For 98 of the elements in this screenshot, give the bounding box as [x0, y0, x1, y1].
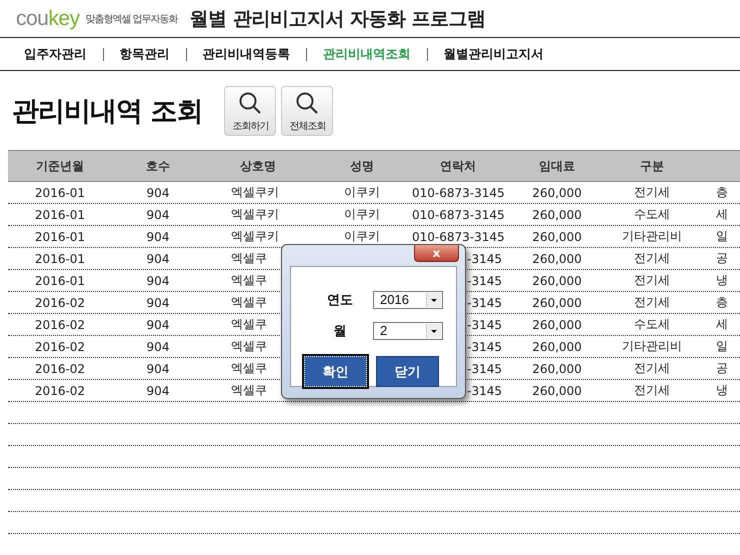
company-cell: 엑셀쿠 — [231, 317, 267, 331]
rent-cell: 260,000 — [532, 208, 582, 222]
category-cell: 기타관리비 — [622, 229, 682, 243]
column-8-cell: 세 — [716, 207, 728, 221]
company-cell: 엑셀쿠 — [231, 295, 267, 309]
company-cell: 엑셀쿠 — [231, 361, 267, 375]
nav-tab[interactable]: 월별관리비고지서 — [444, 46, 544, 62]
rent-cell: 260,000 — [532, 362, 582, 376]
column-8-cell: 공 — [716, 251, 728, 265]
rent-cell: 260,000 — [532, 384, 582, 398]
column-8-cell: 층 — [716, 295, 728, 309]
column-header: 연락처 — [439, 158, 477, 174]
dialog-button[interactable]: 닫기 — [376, 356, 439, 387]
rent-cell: 260,000 — [532, 186, 582, 200]
field-label: 월 — [332, 322, 348, 340]
company-cell: 엑셀쿠키 — [231, 185, 279, 199]
phone-cell: -3145 — [467, 340, 502, 354]
nav-tab[interactable]: 항목관리 — [120, 46, 170, 62]
unit-cell: 904 — [146, 296, 170, 310]
month-cell: 2016-01 — [34, 186, 86, 200]
search-icon — [237, 90, 264, 116]
category-cell: 전기세 — [634, 361, 670, 375]
rent-cell: 260,000 — [532, 230, 582, 244]
column-header: 성명 — [349, 158, 375, 174]
company-cell: 엑셀쿠키 — [231, 207, 279, 221]
phone-cell: -3145 — [467, 384, 502, 398]
logo: coukey — [16, 6, 80, 30]
phone-cell: -3145 — [467, 362, 502, 376]
search-icon — [294, 90, 320, 116]
column-header: 기준년월 — [35, 158, 85, 174]
month-cell: 2016-02 — [34, 384, 86, 398]
column-8-cell: 공 — [716, 361, 728, 375]
category-cell: 전기세 — [634, 295, 670, 309]
rent-cell: 260,000 — [532, 296, 582, 310]
column-header: 호수 — [145, 158, 171, 174]
column-header: 구분 — [639, 158, 665, 174]
rent-cell: 260,000 — [532, 274, 582, 288]
category-cell: 전기세 — [634, 185, 670, 199]
rent-cell: 260,000 — [532, 340, 582, 354]
month-cell: 2016-01 — [34, 230, 86, 244]
phone-cell: 010-6873-3145 — [412, 208, 505, 222]
column-8-cell: 냉 — [716, 273, 728, 287]
nav-tab[interactable]: 관리비내역등록 — [202, 46, 290, 62]
unit-cell: 904 — [146, 362, 170, 376]
phone-cell: -3145 — [467, 318, 502, 332]
month-cell: 2016-02 — [34, 340, 86, 354]
name-cell: 이쿠키 — [344, 207, 380, 221]
search-button[interactable]: 조회하기 — [224, 86, 276, 136]
dropdown-field[interactable]: 2016 — [373, 290, 443, 308]
tagline: 맞춤형엑셀 업무자동화 — [86, 12, 178, 26]
column-8-cell: 일 — [716, 229, 728, 243]
rent-cell: 260,000 — [532, 252, 582, 266]
phone-cell: -3145 — [467, 252, 502, 266]
search-button[interactable]: 전체조회 — [281, 86, 334, 136]
field-label: 연도 — [326, 292, 354, 308]
unit-cell: 904 — [146, 252, 170, 266]
unit-cell: 904 — [146, 318, 170, 332]
unit-cell: 904 — [146, 186, 170, 200]
phone-cell: 010-6873-3145 — [412, 230, 505, 244]
month-cell: 2016-01 — [34, 252, 86, 266]
column-8-cell: 층 — [716, 185, 728, 199]
phone-cell: 010-6873-3145 — [412, 186, 505, 200]
dropdown-field[interactable]: 2 — [373, 322, 443, 340]
category-cell: 수도세 — [634, 317, 670, 331]
company-cell: 엑셀쿠 — [231, 383, 267, 397]
column-header: 상호명 — [239, 158, 277, 174]
category-cell: 기타관리비 — [622, 339, 682, 353]
month-cell: 2016-02 — [34, 362, 86, 376]
company-cell: 엑셀쿠키 — [231, 229, 279, 243]
unit-cell: 904 — [146, 230, 170, 244]
company-cell: 엑셀쿠 — [231, 339, 267, 353]
app-title: 월별 관리비고지서 자동화 프로그램 — [190, 6, 486, 32]
nav-tab[interactable]: 입주자관리 — [24, 46, 86, 62]
month-cell: 2016-01 — [34, 274, 86, 288]
column-header: 임대료 — [538, 158, 576, 174]
phone-cell: -3145 — [467, 296, 502, 310]
category-cell: 전기세 — [634, 273, 670, 287]
name-cell: 이쿠키 — [344, 229, 380, 243]
month-cell: 2016-02 — [34, 296, 86, 310]
phone-cell: -3145 — [467, 274, 502, 288]
unit-cell: 904 — [146, 384, 170, 398]
name-cell: 이쿠키 — [344, 185, 380, 199]
month-cell: 2016-02 — [34, 318, 86, 332]
category-cell: 전기세 — [634, 251, 670, 265]
column-8-cell: 일 — [716, 339, 728, 353]
unit-cell: 904 — [146, 274, 170, 288]
column-8-cell: 냉 — [716, 383, 728, 397]
category-cell: 수도세 — [634, 207, 670, 221]
rent-cell: 260,000 — [532, 318, 582, 332]
category-cell: 전기세 — [634, 383, 670, 397]
page-title: 관리비내역 조회 — [12, 94, 202, 128]
unit-cell: 904 — [146, 208, 170, 222]
unit-cell: 904 — [146, 340, 170, 354]
company-cell: 엑셀쿠 — [231, 273, 267, 287]
month-cell: 2016-01 — [34, 208, 86, 222]
dialog-button[interactable]: 확인 — [304, 356, 367, 387]
column-8-cell: 세 — [716, 317, 728, 331]
company-cell: 엑셀쿠 — [231, 251, 267, 265]
